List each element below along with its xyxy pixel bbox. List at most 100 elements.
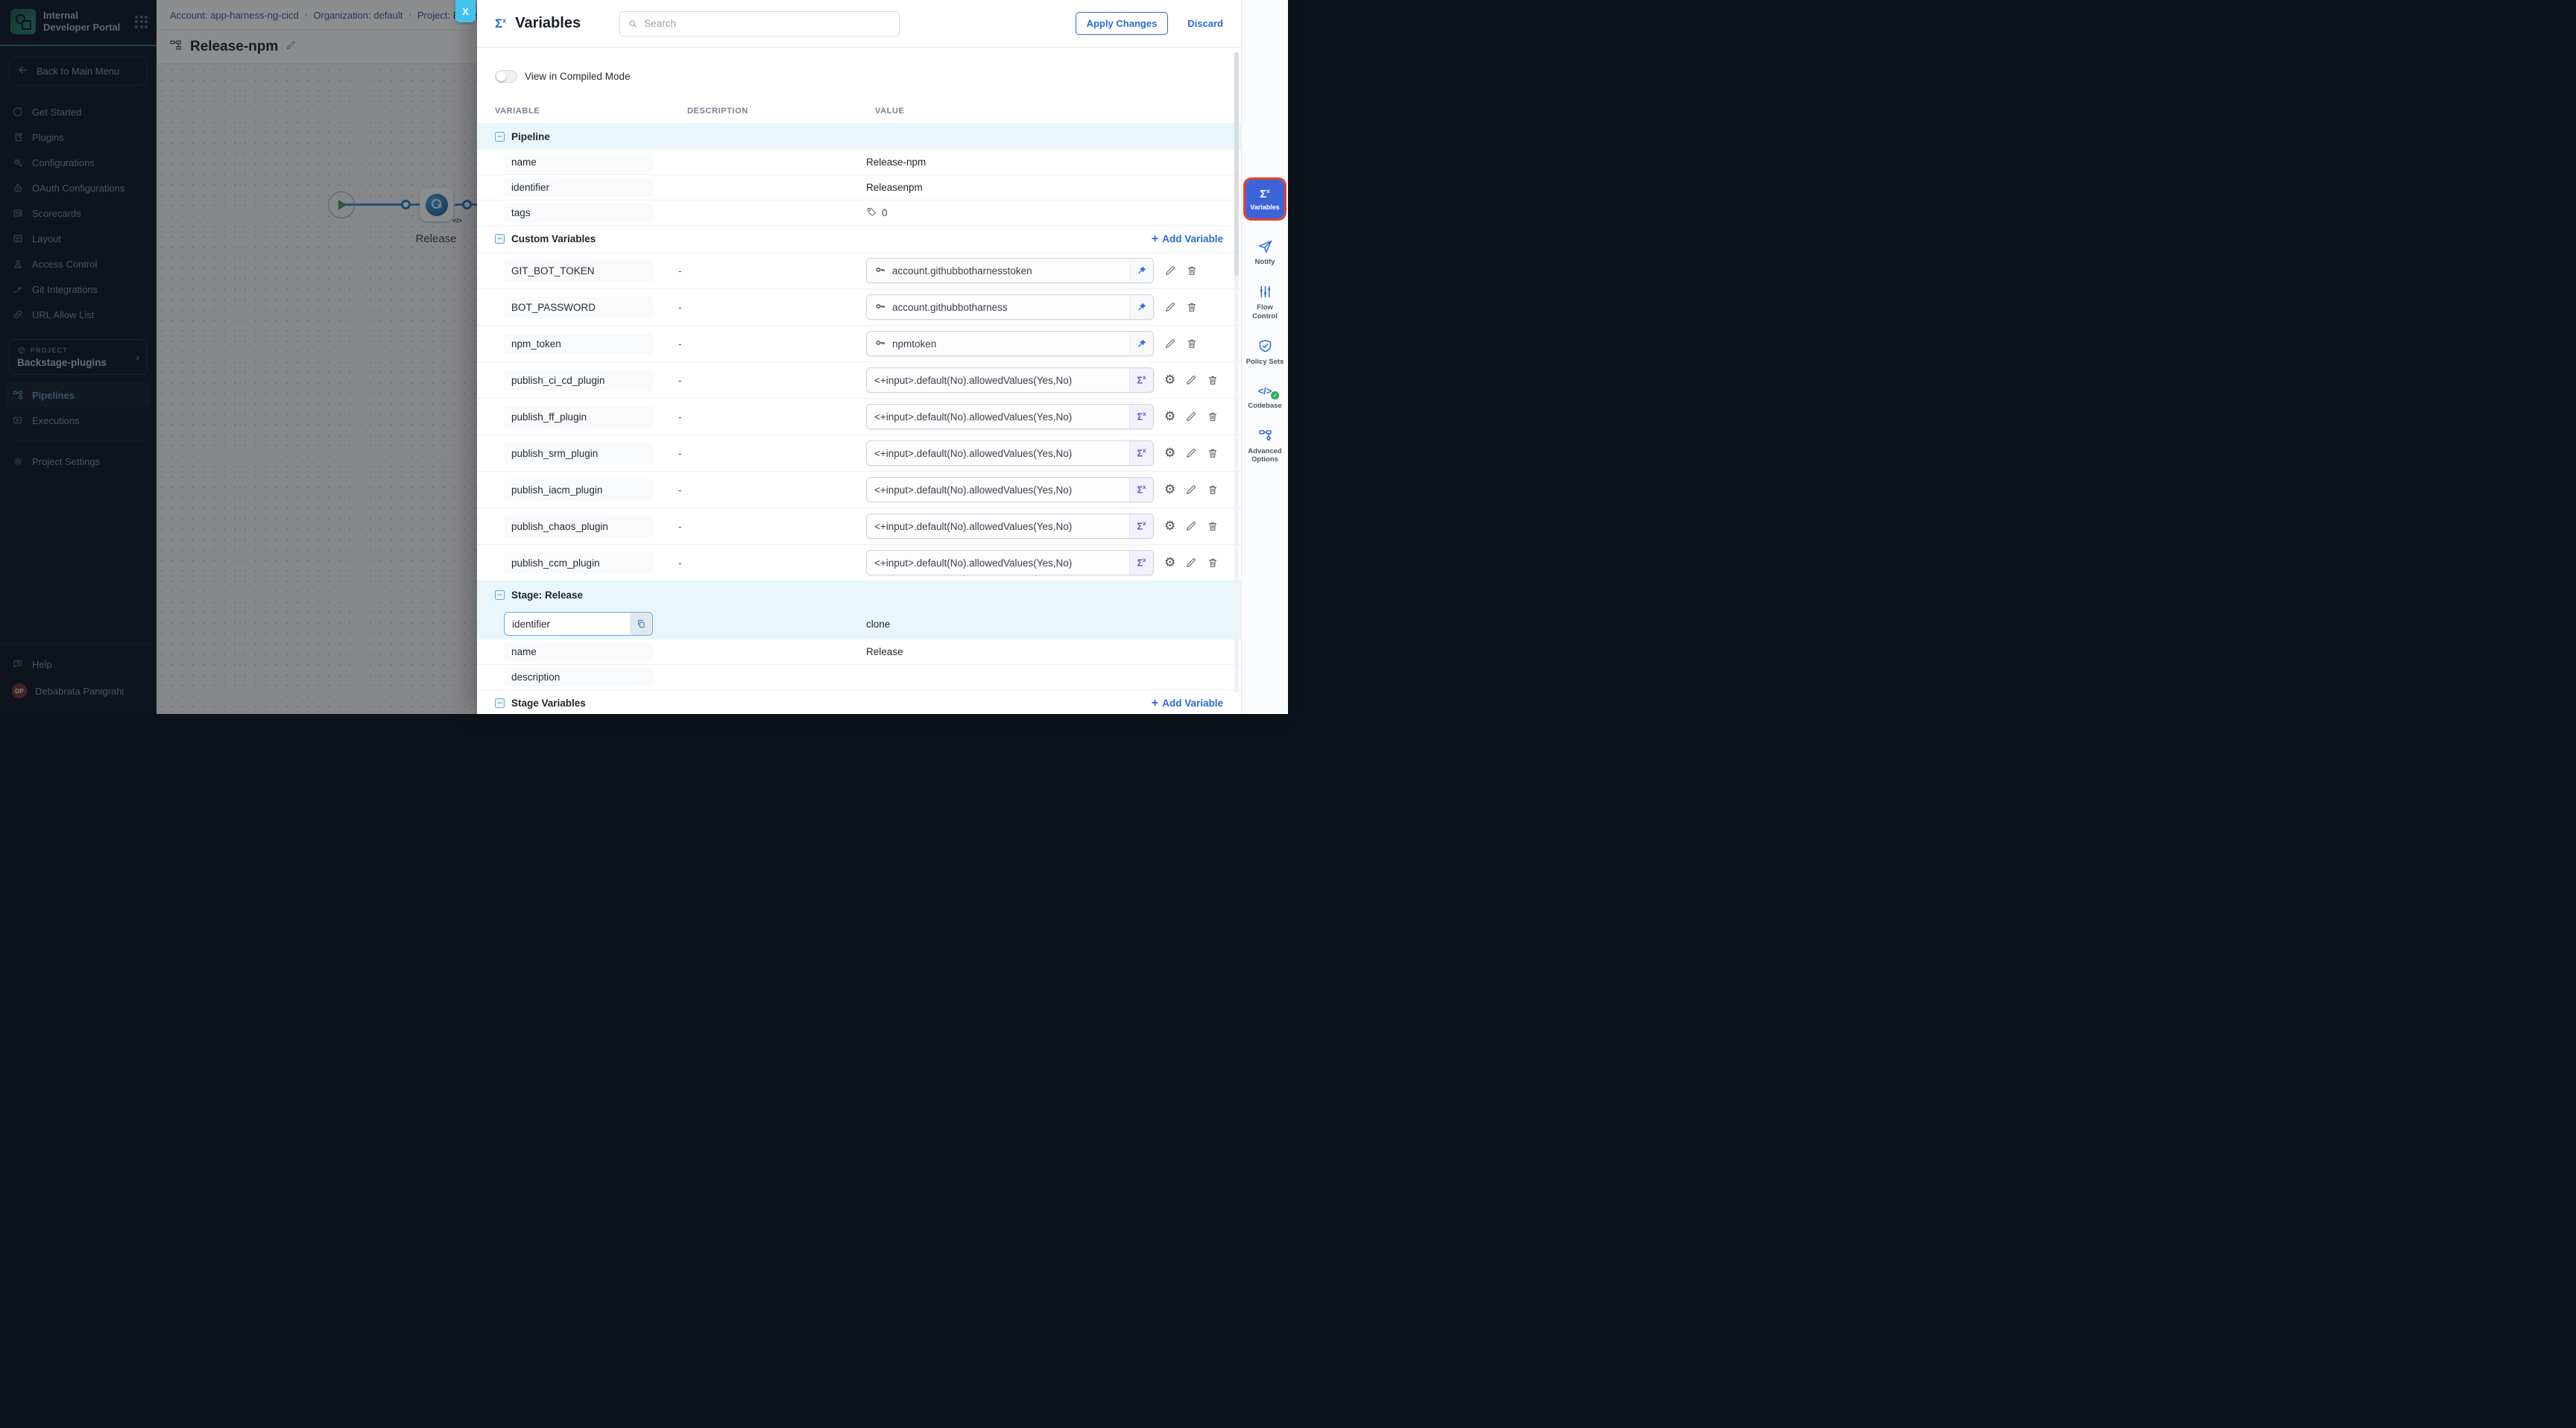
section-label: Stage Variables (511, 698, 586, 709)
paper-plane-icon (1257, 238, 1273, 254)
sigma-x-icon: Σx (495, 16, 506, 31)
variable-name: publish_ccm_plugin (504, 552, 653, 574)
edit-variable-icon[interactable] (1164, 301, 1176, 313)
close-drawer-button[interactable]: X (455, 0, 476, 22)
rail-tab-flow-control[interactable]: Flow Control (1243, 284, 1287, 320)
variable-name-input-box (504, 612, 653, 636)
expression-sigma-icon[interactable]: Σx (1129, 405, 1153, 429)
variable-name: publish_chaos_plugin (504, 516, 653, 537)
rail-tab-advanced-options[interactable]: Advanced Options (1243, 428, 1287, 464)
expression-sigma-icon[interactable]: Σx (1129, 368, 1153, 392)
search-input[interactable] (644, 18, 891, 29)
section-header-stage-variables: −Stage Variables +Add Variable (477, 690, 1241, 714)
section-header-custom-variables: −Custom Variables+Add Variable (477, 226, 1241, 253)
add-variable-button[interactable]: +Add Variable (1152, 697, 1223, 710)
section-header-pipeline: −Pipeline (477, 123, 1241, 150)
compiled-mode-toggle[interactable] (495, 70, 517, 83)
copy-icon[interactable] (630, 613, 652, 635)
edit-variable-icon[interactable] (1185, 447, 1197, 459)
edit-variable-icon[interactable] (1164, 265, 1176, 277)
edit-variable-icon[interactable] (1185, 374, 1197, 386)
secret-value-input[interactable]: npmtoken (866, 331, 1154, 356)
expression-value-input[interactable]: <+input>.default(No).allowedValues(Yes,N… (866, 550, 1154, 575)
discard-button[interactable]: Discard (1187, 18, 1223, 29)
plus-icon: + (1152, 233, 1158, 246)
plus-icon: + (1152, 697, 1158, 710)
add-variable-button[interactable]: +Add Variable (1152, 233, 1223, 246)
variable-description: - (678, 302, 866, 313)
expression-value-input[interactable]: <+input>.default(No).allowedValues(Yes,N… (866, 440, 1154, 466)
delete-variable-icon[interactable] (1186, 301, 1198, 313)
collapse-minus-icon[interactable]: − (495, 234, 505, 244)
section-label: Pipeline (511, 131, 550, 142)
variable-row-publish-iacm-plugin: publish_iacm_plugin-<+input>.default(No)… (477, 472, 1241, 508)
pin-icon[interactable] (1129, 259, 1153, 282)
collapse-minus-icon[interactable]: − (495, 132, 505, 142)
input-settings-gear-icon[interactable]: ⚙ (1164, 411, 1175, 423)
edit-variable-icon[interactable] (1185, 520, 1197, 532)
variable-row-name: nameRelease (477, 639, 1241, 665)
expression-sigma-icon[interactable]: Σx (1129, 478, 1153, 502)
delete-variable-icon[interactable] (1207, 411, 1219, 423)
rail-tab-codebase[interactable]: </> ✓ Codebase (1243, 385, 1287, 410)
expression-sigma-icon[interactable]: Σx (1129, 551, 1153, 575)
pin-icon[interactable] (1129, 295, 1153, 319)
expression-value-input[interactable]: <+input>.default(No).allowedValues(Yes,N… (866, 367, 1154, 393)
secret-value-input[interactable]: account.githubbotharnesstoken (866, 258, 1154, 283)
variable-description: - (678, 338, 866, 350)
variable-row-identifier: identifierReleasenpm (477, 175, 1241, 200)
tag-icon (866, 206, 877, 220)
input-settings-gear-icon[interactable]: ⚙ (1164, 520, 1175, 533)
column-header-variable: VARIABLE (495, 107, 687, 116)
collapse-minus-icon[interactable]: − (495, 698, 505, 708)
variable-name-input[interactable] (505, 619, 630, 630)
variable-row-publish-srm-plugin: publish_srm_plugin-<+input>.default(No).… (477, 435, 1241, 472)
secret-value-input[interactable]: account.githubbotharness (866, 294, 1154, 320)
advanced-options-icon (1257, 428, 1273, 443)
expression-value-input[interactable]: <+input>.default(No).allowedValues(Yes,N… (866, 514, 1154, 539)
drawer-right-rail: Σx Variables Notify Flow Control Policy … (1241, 0, 1288, 714)
variable-value: Release (866, 646, 903, 657)
compiled-mode-row: View in Compiled Mode (477, 48, 1241, 95)
edit-variable-icon[interactable] (1185, 484, 1197, 496)
edit-variable-icon[interactable] (1185, 557, 1197, 569)
app-root: Internal Developer Portal Back to Main M… (0, 0, 1288, 714)
delete-variable-icon[interactable] (1207, 557, 1219, 569)
edit-variable-icon[interactable] (1185, 411, 1197, 423)
variable-value: Release-npm (866, 157, 926, 168)
pin-icon[interactable] (1129, 332, 1153, 356)
variable-name: BOT_PASSWORD (504, 297, 653, 318)
rail-tab-notify[interactable]: Notify (1243, 238, 1287, 266)
input-settings-gear-icon[interactable]: ⚙ (1164, 374, 1175, 387)
sliders-icon (1257, 284, 1273, 300)
delete-variable-icon[interactable] (1207, 520, 1219, 532)
key-icon (874, 264, 886, 278)
rail-tab-policy-sets[interactable]: Policy Sets (1243, 338, 1287, 366)
delete-variable-icon[interactable] (1186, 265, 1198, 277)
expression-value-input[interactable]: <+input>.default(No).allowedValues(Yes,N… (866, 477, 1154, 502)
variable-name: description (504, 668, 653, 686)
collapse-minus-icon[interactable]: − (495, 590, 505, 600)
expression-sigma-icon[interactable]: Σx (1129, 514, 1153, 538)
input-settings-gear-icon[interactable]: ⚙ (1164, 447, 1175, 460)
edit-variable-icon[interactable] (1164, 338, 1176, 350)
delete-variable-icon[interactable] (1207, 374, 1219, 386)
key-icon (874, 300, 886, 315)
drawer-scrollbar[interactable] (1234, 52, 1239, 693)
delete-variable-icon[interactable] (1186, 338, 1198, 350)
expression-sigma-icon[interactable]: Σx (1129, 441, 1153, 465)
variable-row-publish-chaos-plugin: publish_chaos_plugin-<+input>.default(No… (477, 508, 1241, 545)
rail-attention-ring: Σx Variables (1243, 177, 1287, 221)
check-badge-icon: ✓ (1271, 391, 1279, 399)
variable-description: - (678, 411, 866, 423)
variables-table-body: −PipelinenameRelease-npmidentifierReleas… (477, 123, 1241, 714)
apply-changes-button[interactable]: Apply Changes (1076, 12, 1169, 35)
delete-variable-icon[interactable] (1207, 484, 1219, 496)
input-settings-gear-icon[interactable]: ⚙ (1164, 484, 1175, 496)
expression-value-input[interactable]: <+input>.default(No).allowedValues(Yes,N… (866, 404, 1154, 429)
input-settings-gear-icon[interactable]: ⚙ (1164, 557, 1175, 569)
delete-variable-icon[interactable] (1207, 447, 1219, 459)
variable-name: publish_iacm_plugin (504, 479, 653, 501)
variable-row-name: nameRelease-npm (477, 150, 1241, 175)
rail-tab-variables[interactable]: Σx Variables (1246, 180, 1284, 218)
